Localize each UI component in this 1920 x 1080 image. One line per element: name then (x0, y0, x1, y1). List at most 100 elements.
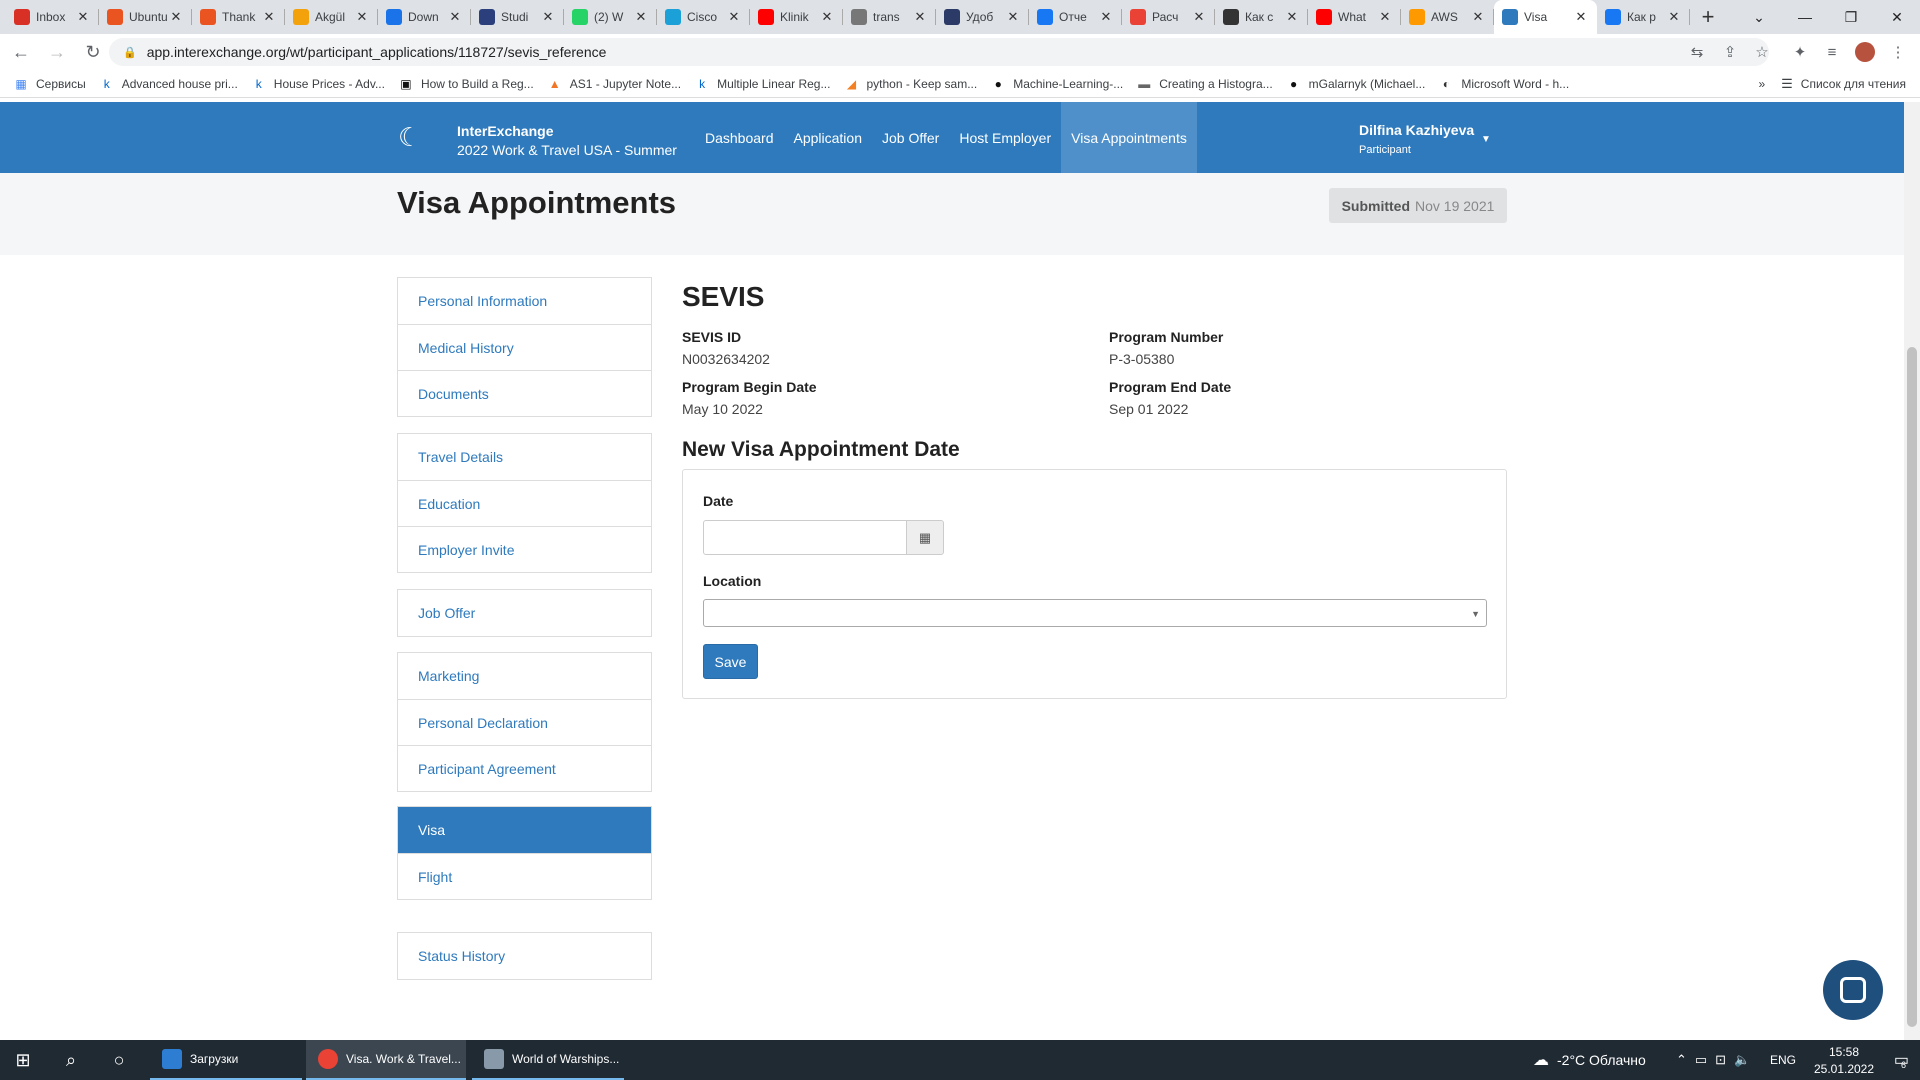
bookmark-item[interactable]: ◢ python - Keep sam... (844, 77, 977, 91)
share-icon[interactable]: ⇪ (1718, 40, 1742, 64)
browser-tab[interactable]: What ✕ (1308, 0, 1401, 34)
sidebar-item-education[interactable]: Education (398, 480, 651, 526)
clock[interactable]: 15:58 25.01.2022 (1808, 1040, 1880, 1080)
sidebar-item-documents[interactable]: Documents (398, 370, 651, 416)
close-tab-icon[interactable]: ✕ (354, 9, 370, 25)
tab-search-icon[interactable]: ⌄ (1736, 0, 1782, 34)
save-button[interactable]: Save (703, 644, 758, 679)
nav-host-employer[interactable]: Host Employer (949, 102, 1061, 173)
taskbar-app-chrome[interactable]: Visa. Work & Travel... (306, 1040, 466, 1080)
nav-application[interactable]: Application (784, 102, 873, 173)
close-tab-icon[interactable]: ✕ (819, 9, 835, 25)
close-tab-icon[interactable]: ✕ (1470, 9, 1486, 25)
sidebar-item-visa[interactable]: Visa (398, 807, 651, 853)
translate-icon[interactable]: ⇆ (1685, 40, 1709, 64)
taskbar-app-downloads[interactable]: Загрузки (150, 1040, 302, 1080)
location-select[interactable]: ▼ (703, 599, 1487, 627)
browser-tab[interactable]: Как р ✕ (1597, 0, 1690, 34)
bookmark-item[interactable]: ◐ Microsoft Word - h... (1439, 77, 1569, 91)
sidebar-item-marketing[interactable]: Marketing (398, 653, 651, 699)
browser-tab[interactable]: Klinik ✕ (750, 0, 843, 34)
sidebar-item-travel-details[interactable]: Travel Details (398, 434, 651, 480)
forward-icon[interactable]: → (42, 37, 72, 67)
close-window-button[interactable]: ✕ (1874, 0, 1920, 34)
system-tray-icons[interactable]: ⌃▭⊡🔈 (1676, 1040, 1758, 1080)
browser-tab[interactable]: Studi ✕ (471, 0, 564, 34)
close-tab-icon[interactable]: ✕ (447, 9, 463, 25)
browser-tab[interactable]: Visa ✕ (1494, 0, 1597, 34)
close-tab-icon[interactable]: ✕ (1284, 9, 1300, 25)
back-icon[interactable]: ← (6, 37, 36, 67)
sidebar-item-flight[interactable]: Flight (398, 853, 651, 899)
bookmark-item[interactable]: ▲ AS1 - Jupyter Note... (548, 77, 681, 91)
close-tab-icon[interactable]: ✕ (540, 9, 556, 25)
nav-job-offer[interactable]: Job Offer (872, 102, 949, 173)
sidebar-item-status-history[interactable]: Status History (398, 933, 651, 979)
bookmark-item[interactable]: ▬ Creating a Histogra... (1137, 77, 1272, 91)
search-icon[interactable]: ⌕ (48, 1040, 94, 1080)
date-input[interactable] (703, 520, 907, 555)
reading-mode-icon[interactable]: ≡ (1820, 40, 1844, 64)
close-tab-icon[interactable]: ✕ (1191, 9, 1207, 25)
new-tab-button[interactable]: + (1690, 0, 1726, 34)
page-scrollbar[interactable] (1904, 102, 1920, 1040)
more-bookmarks-icon[interactable]: » (1758, 77, 1765, 91)
sidebar-item-job-offer[interactable]: Job Offer (398, 590, 651, 636)
browser-tab[interactable]: trans ✕ (843, 0, 936, 34)
bookmark-item[interactable]: ▦ Сервисы (14, 77, 85, 91)
browser-tab[interactable]: AWS ✕ (1401, 0, 1494, 34)
browser-tab[interactable]: Thank ✕ (192, 0, 285, 34)
bookmark-item[interactable]: k House Prices - Adv... (252, 77, 385, 91)
restore-button[interactable]: ❐ (1828, 0, 1874, 34)
address-bar[interactable]: 🔒 app.interexchange.org/wt/participant_a… (109, 38, 1769, 66)
bookmark-item[interactable]: ▣ How to Build a Reg... (399, 77, 533, 91)
minimize-button[interactable]: — (1782, 0, 1828, 34)
scrollbar-thumb[interactable] (1907, 347, 1917, 1027)
nav-dashboard[interactable]: Dashboard (695, 102, 784, 173)
close-tab-icon[interactable]: ✕ (1573, 9, 1589, 25)
bookmark-item[interactable]: k Multiple Linear Reg... (695, 77, 830, 91)
interexchange-logo[interactable]: ☾ (398, 124, 424, 150)
close-tab-icon[interactable]: ✕ (1666, 9, 1682, 25)
user-menu[interactable]: Dilfina Kazhiyeva Participant ▼ (1359, 122, 1491, 156)
bookmark-item[interactable]: k Advanced house pri... (100, 77, 238, 91)
nav-visa-appointments[interactable]: Visa Appointments (1061, 102, 1197, 173)
close-tab-icon[interactable]: ✕ (75, 9, 91, 25)
chat-launcher-button[interactable] (1823, 960, 1883, 1020)
language-indicator[interactable]: ENG (1770, 1040, 1796, 1080)
extensions-icon[interactable]: ✦ (1788, 40, 1812, 64)
close-tab-icon[interactable]: ✕ (1377, 9, 1393, 25)
browser-tab[interactable]: (2) W ✕ (564, 0, 657, 34)
browser-tab[interactable]: Akgül ✕ (285, 0, 378, 34)
bookmark-star-icon[interactable]: ☆ (1750, 40, 1774, 64)
close-tab-icon[interactable]: ✕ (168, 9, 184, 25)
windows-start-icon[interactable]: ⊞ (0, 1040, 46, 1080)
browser-tab[interactable]: Cisco ✕ (657, 0, 750, 34)
reading-list-link[interactable]: Список для чтения (1801, 77, 1906, 91)
cortana-icon[interactable]: ○ (96, 1040, 142, 1080)
bookmark-item[interactable]: ● mGalarnyk (Michael... (1287, 77, 1425, 91)
reload-icon[interactable]: ↻ (78, 37, 108, 67)
close-tab-icon[interactable]: ✕ (912, 9, 928, 25)
close-tab-icon[interactable]: ✕ (633, 9, 649, 25)
browser-tab[interactable]: Удоб ✕ (936, 0, 1029, 34)
sidebar-item-medical-history[interactable]: Medical History (398, 324, 651, 370)
close-tab-icon[interactable]: ✕ (1098, 9, 1114, 25)
profile-avatar[interactable] (1853, 40, 1877, 64)
sidebar-item-employer-invite[interactable]: Employer Invite (398, 526, 651, 572)
sidebar-item-participant-agreement[interactable]: Participant Agreement (398, 745, 651, 791)
browser-tab[interactable]: Отче ✕ (1029, 0, 1122, 34)
browser-tab[interactable]: Down ✕ (378, 0, 471, 34)
sidebar-item-personal-information[interactable]: Personal Information (398, 278, 651, 324)
browser-tab[interactable]: Ubuntu ✕ (99, 0, 192, 34)
browser-menu-icon[interactable]: ⋮ (1886, 40, 1910, 64)
close-tab-icon[interactable]: ✕ (1005, 9, 1021, 25)
weather-widget[interactable]: ☁ -2°C Облачно (1533, 1040, 1646, 1080)
browser-tab[interactable]: Как с ✕ (1215, 0, 1308, 34)
bookmark-item[interactable]: ● Machine-Learning-... (991, 77, 1124, 91)
calendar-icon[interactable]: ▦ (906, 520, 944, 555)
sidebar-item-personal-declaration[interactable]: Personal Declaration (398, 699, 651, 745)
browser-tab[interactable]: Расч ✕ (1122, 0, 1215, 34)
close-tab-icon[interactable]: ✕ (726, 9, 742, 25)
notifications-icon[interactable]: ▭ 6 (1880, 1040, 1920, 1080)
